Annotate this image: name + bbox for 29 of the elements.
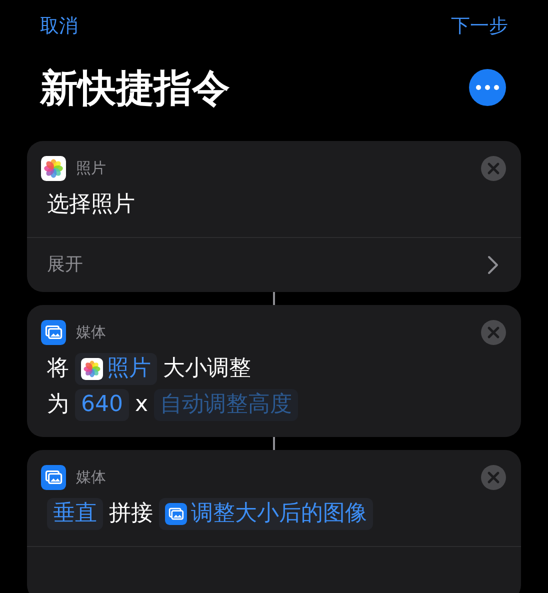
connector-line xyxy=(273,436,275,450)
more-button[interactable] xyxy=(469,69,506,106)
action-text: 为 xyxy=(47,390,69,418)
photos-app-icon xyxy=(81,358,103,380)
parameter-token[interactable]: 照片 xyxy=(75,352,157,384)
media-app-icon xyxy=(41,320,66,344)
action-text: 大小调整 xyxy=(163,354,251,382)
close-icon[interactable] xyxy=(481,464,506,490)
app-label: 媒体 xyxy=(76,466,106,488)
close-icon[interactable] xyxy=(481,156,506,180)
media-app-icon xyxy=(165,502,187,524)
photos-app-icon xyxy=(41,156,66,180)
app-label: 媒体 xyxy=(76,322,106,343)
app-label: 照片 xyxy=(76,158,106,179)
cancel-button[interactable]: 取消 xyxy=(40,12,78,40)
parameter-token[interactable]: 垂直 xyxy=(47,498,103,530)
action-text: 将 xyxy=(47,354,69,382)
action-text: 拼接 xyxy=(109,500,153,528)
page-title: 新快捷指令 xyxy=(40,68,230,106)
parameter-token[interactable]: 640 xyxy=(75,388,129,420)
action-text: x xyxy=(135,390,148,418)
action-text: 选择照片 xyxy=(47,190,135,218)
next-button[interactable]: 下一步 xyxy=(451,12,508,40)
close-icon[interactable] xyxy=(481,320,506,344)
expand-label[interactable]: 展开 xyxy=(47,251,83,278)
media-app-icon xyxy=(41,464,66,490)
chevron-right-icon xyxy=(487,254,499,274)
parameter-token[interactable]: 调整大小后的图像 xyxy=(159,498,373,530)
connector-line xyxy=(273,292,275,304)
